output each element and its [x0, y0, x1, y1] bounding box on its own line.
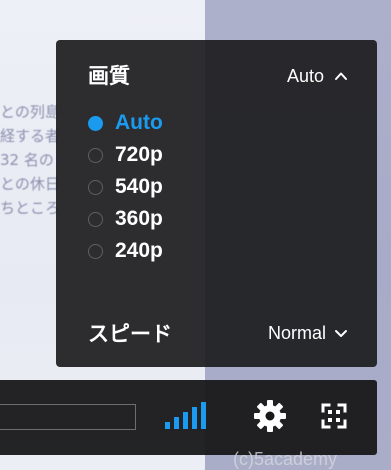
quality-option-label: 360p	[115, 207, 163, 230]
radio-selected-icon	[88, 115, 103, 131]
seek-bar[interactable]	[0, 404, 136, 430]
quality-option-720p[interactable]: 720p	[88, 139, 288, 171]
control-bar	[0, 380, 377, 455]
signal-bars-icon[interactable]	[161, 401, 229, 431]
radio-unselected-icon	[88, 211, 103, 227]
quality-title: 画質	[88, 64, 130, 88]
current-quality-label: Auto	[286, 65, 324, 86]
copyright-watermark: (c)5academy	[233, 449, 338, 469]
chevron-down-icon	[335, 330, 347, 337]
chevron-up-icon	[335, 72, 347, 80]
quality-options: Auto 720p 540p 360p 240p	[88, 107, 288, 267]
quality-option-label: 240p	[115, 239, 163, 262]
settings-menu: 画質 Auto Auto 720p 540p 360p 240p スピード No…	[56, 40, 377, 367]
gear-icon[interactable]	[252, 398, 288, 434]
radio-unselected-icon	[88, 179, 103, 195]
quality-option-540p[interactable]: 540p	[88, 171, 288, 203]
quality-option-360p[interactable]: 360p	[88, 203, 288, 235]
fullscreen-icon[interactable]	[318, 400, 350, 432]
speed-row: スピード Normal	[88, 318, 348, 348]
quality-option-label: 720p	[115, 143, 163, 166]
quality-option-240p[interactable]: 240p	[88, 235, 288, 267]
speed-value: Normal	[267, 322, 326, 343]
quality-option-label: Auto	[115, 111, 163, 134]
radio-unselected-icon	[88, 147, 103, 163]
video-player: との列島 経する者 32 名の との休日 ちところ 画質 Auto Auto 7…	[0, 0, 391, 470]
speed-dropdown[interactable]: Normal	[268, 323, 348, 344]
quality-option-label: 540p	[115, 175, 163, 198]
speed-label: スピード	[88, 322, 172, 346]
radio-unselected-icon	[88, 243, 103, 259]
quality-header: 画質 Auto	[88, 62, 348, 90]
quality-option-auto[interactable]: Auto	[88, 107, 288, 139]
quality-collapse-toggle[interactable]: Auto	[287, 62, 348, 90]
